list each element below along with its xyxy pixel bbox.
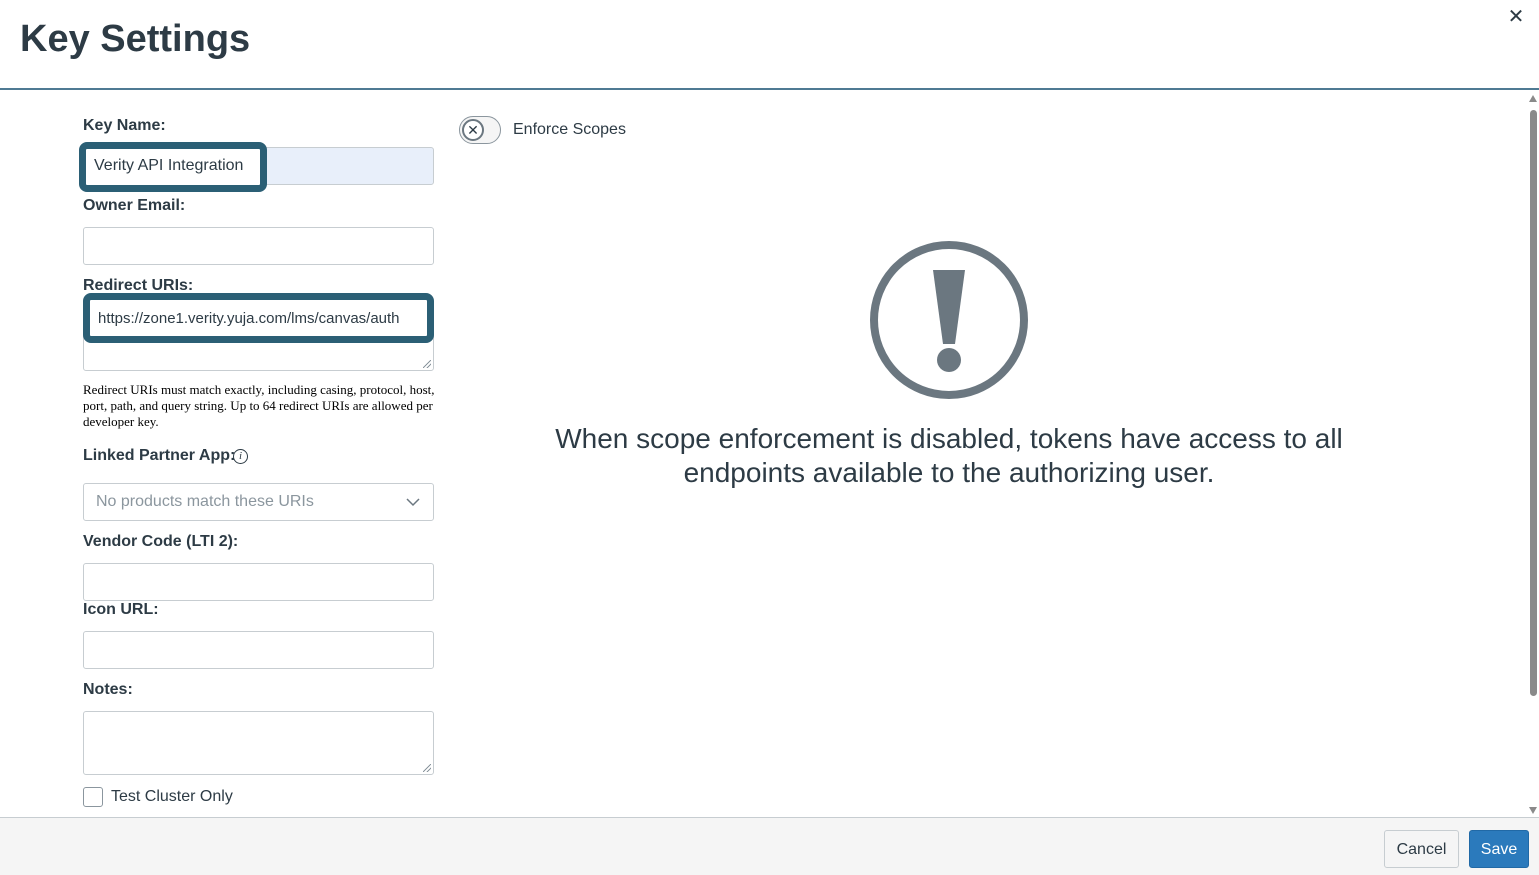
key-name-label: Key Name: — [83, 117, 166, 134]
scroll-down-arrow-icon[interactable] — [1529, 807, 1537, 814]
scrollbar[interactable] — [1527, 90, 1539, 817]
notes-label: Notes: — [83, 681, 133, 698]
test-cluster-label[interactable]: Test Cluster Only — [111, 788, 233, 806]
exclamation-circle-icon — [870, 241, 1028, 399]
enforce-scopes-toggle[interactable]: ✕ — [459, 116, 501, 144]
close-icon[interactable]: ✕ — [1505, 6, 1527, 28]
dialog-title: Key Settings — [20, 18, 251, 60]
info-icon[interactable]: i — [233, 449, 248, 464]
linked-partner-app-label: Linked Partner App: — [83, 447, 236, 464]
notes-textarea[interactable] — [83, 711, 434, 775]
scroll-up-arrow-icon[interactable] — [1529, 95, 1537, 102]
linked-partner-app-select[interactable]: No products match these URIs — [83, 483, 434, 521]
redirect-uris-textarea[interactable]: https://zone1.verity.yuja.com/lms/canvas… — [83, 293, 434, 371]
owner-email-input[interactable] — [83, 227, 434, 265]
redirect-uris-help: Redirect URIs must match exactly, includ… — [83, 382, 435, 429]
redirect-uri-highlight: https://zone1.verity.yuja.com/lms/canvas… — [83, 293, 434, 343]
vendor-code-label: Vendor Code (LTI 2): — [83, 533, 239, 550]
chevron-down-icon — [406, 498, 420, 507]
test-cluster-checkbox[interactable] — [83, 787, 103, 807]
scope-message: When scope enforcement is disabled, toke… — [555, 423, 1343, 488]
dialog-body: Key Name: Verity API Integration Owner E… — [0, 90, 1539, 817]
key-name-value: Verity API Integration — [94, 157, 244, 174]
linked-partner-app-placeholder: No products match these URIs — [96, 493, 314, 510]
dialog-footer: Cancel Save — [0, 817, 1539, 875]
resize-handle[interactable] — [423, 764, 431, 772]
icon-url-label: Icon URL: — [83, 601, 159, 618]
owner-email-label: Owner Email: — [83, 197, 186, 214]
redirect-uri-value: https://zone1.verity.yuja.com/lms/canvas… — [98, 310, 400, 327]
enforce-scopes-label: Enforce Scopes — [513, 121, 626, 138]
cancel-button[interactable]: Cancel — [1384, 830, 1459, 868]
resize-handle[interactable] — [423, 360, 431, 368]
vendor-code-input[interactable] — [83, 563, 434, 601]
save-button[interactable]: Save — [1469, 830, 1529, 868]
key-name-input[interactable]: Verity API Integration — [79, 142, 434, 192]
dialog-header: Key Settings ✕ — [0, 0, 1539, 90]
close-icon: ✕ — [462, 119, 484, 141]
key-name-highlight: Verity API Integration — [79, 142, 267, 192]
icon-url-input[interactable] — [83, 631, 434, 669]
scrollbar-thumb[interactable] — [1530, 110, 1537, 696]
